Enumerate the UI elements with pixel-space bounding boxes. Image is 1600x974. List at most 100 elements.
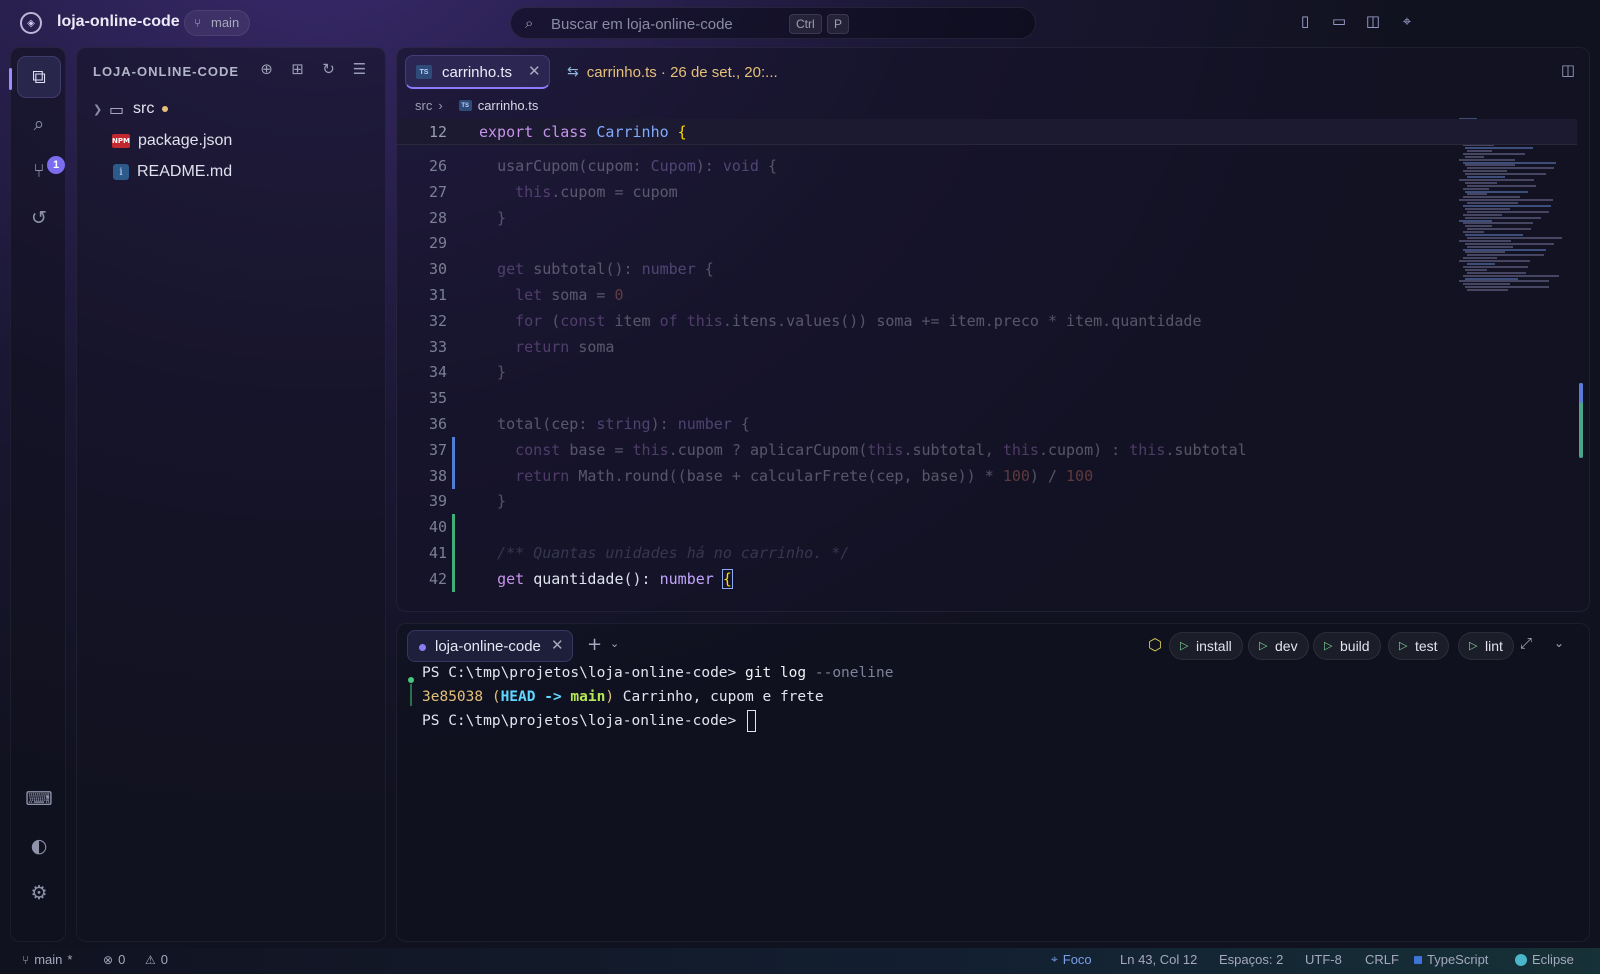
code-line[interactable]: 31 let soma = 0 [397, 282, 1589, 308]
code-line[interactable]: 36 total(cep: string): number { [397, 411, 1589, 437]
terminal-tab-label: loja-online-code [435, 638, 541, 655]
branch-pill[interactable]: ⑂ main [184, 10, 251, 36]
code-line[interactable]: 42 get quantidade(): number { [397, 565, 1589, 592]
task-test-button[interactable]: ▷ test [1388, 632, 1449, 660]
theme-icon [1515, 953, 1527, 966]
code-area[interactable]: 12 export class Carrinho { 26 usarCupom(… [397, 119, 1589, 611]
tree-item-label: src [133, 100, 155, 117]
terminal-icon[interactable]: ⌨ [17, 778, 61, 820]
code-line[interactable]: 39 } [397, 488, 1589, 514]
close-icon[interactable]: ✕ [528, 62, 541, 80]
added-gutter-mark[interactable] [452, 540, 455, 566]
shortcut-ctrl-key: Ctrl [789, 14, 822, 34]
project-name[interactable]: loja-online-code [57, 13, 180, 31]
git-compare-icon: ⇆ [567, 64, 579, 80]
breadcrumb-folder[interactable]: src [415, 98, 432, 113]
new-file-icon[interactable]: ⊕ [257, 59, 276, 79]
tree-item-readme[interactable]: i README.md [112, 159, 232, 185]
breadcrumb-file[interactable]: carrinho.ts [478, 98, 539, 113]
add-terminal-icon[interactable]: + [587, 634, 602, 655]
modified-gutter-mark[interactable] [452, 436, 455, 463]
code-line[interactable]: 30 get subtotal(): number { [397, 256, 1589, 282]
sticky-scroll-line[interactable]: 12 export class Carrinho { [397, 119, 1577, 145]
code-text: return Math.round((base + calcularFrete(… [515, 466, 1094, 485]
editor-tab-diff[interactable]: ⇆ carrinho.ts · 26 de set., 20:... [567, 55, 778, 89]
task-dev-button[interactable]: ▷ dev [1248, 632, 1309, 660]
search-icon[interactable]: ⌕ [17, 103, 61, 145]
split-layout-icon[interactable]: ◫ [1364, 12, 1382, 30]
source-control-icon[interactable]: ⑂ 1 [17, 150, 65, 192]
tasks-hexagon-icon[interactable]: ⬡ [1148, 635, 1162, 654]
code-line[interactable]: 34 } [397, 359, 1589, 385]
toggle-sidebar-icon[interactable]: ▯ [1296, 12, 1314, 30]
task-build-button[interactable]: ▷ build [1313, 632, 1381, 660]
status-errors[interactable]: ⊗ 0 [103, 952, 125, 967]
minimap-line [1463, 196, 1520, 199]
tree-item-package-json[interactable]: NPM package.json [112, 128, 232, 154]
added-gutter-mark[interactable] [452, 514, 455, 541]
modified-gutter-mark[interactable] [452, 462, 455, 489]
maximize-panel-icon[interactable]: ⤢ [1520, 634, 1532, 652]
collapse-all-icon[interactable]: ☰ [350, 59, 369, 79]
status-warnings[interactable]: ⚠ 0 [145, 952, 168, 967]
code-line[interactable]: 28 } [397, 205, 1589, 231]
code-line[interactable]: 29 [397, 230, 1589, 256]
folder-icon: ▭ [109, 99, 125, 119]
code-line[interactable]: 41 /** Quantas unidades há no carrinho. … [397, 540, 1589, 566]
code-line[interactable]: 38 return Math.round((base + calcularFre… [397, 462, 1589, 489]
code-line[interactable]: 32 for (const item of this.itens.values(… [397, 308, 1589, 334]
title-bar: ◈ loja-online-code ⑂ main ⌕ Buscar em lo… [0, 0, 1600, 46]
code-line[interactable]: 35 [397, 385, 1589, 411]
status-theme[interactable]: Eclipse [1515, 952, 1574, 967]
status-branch-dirty: * [67, 952, 73, 967]
status-language[interactable]: TypeScript [1414, 952, 1488, 967]
new-folder-icon[interactable]: ⊞ [288, 59, 307, 79]
status-eol[interactable]: CRLF [1365, 952, 1399, 967]
added-gutter-mark[interactable] [452, 565, 455, 592]
status-focus[interactable]: ⌖ Foco [1051, 952, 1092, 967]
status-branch[interactable]: ⑂ main * [22, 952, 72, 967]
chevron-down-icon[interactable]: ⌄ [610, 637, 619, 650]
explorer-icon[interactable]: ⧉ [17, 56, 61, 98]
close-icon[interactable]: ✕ [551, 636, 564, 654]
app-logo-icon[interactable]: ◈ [20, 12, 42, 34]
editor-tab-carrinho[interactable]: TS carrinho.ts ✕ [405, 55, 550, 89]
history-icon[interactable]: ↺ [17, 197, 61, 239]
palette-icon[interactable]: ◐ [17, 825, 61, 867]
minimap-line [1465, 234, 1523, 236]
focus-icon: ⌖ [1051, 952, 1058, 966]
status-encoding[interactable]: UTF-8 [1305, 952, 1342, 967]
task-install-button[interactable]: ▷ install [1169, 632, 1243, 660]
code-line[interactable]: 37 const base = this.cupom ? aplicarCupo… [397, 436, 1589, 463]
split-editor-icon[interactable]: ◫ [1561, 61, 1575, 79]
minimap[interactable] [1459, 118, 1569, 298]
toggle-panel-icon[interactable]: ▭ [1330, 12, 1348, 30]
command-search-input[interactable]: ⌕ Buscar em loja-online-code Ctrl P [510, 7, 1036, 39]
code-line[interactable]: 27 this.cupom = cupom [397, 179, 1589, 205]
minimap-line [1463, 161, 1556, 164]
status-spaces[interactable]: Espaços: 2 [1219, 952, 1283, 967]
minimap-line [1465, 181, 1497, 184]
minimap-line [1459, 280, 1549, 283]
minimap-line [1463, 170, 1507, 173]
search-placeholder: Buscar em loja-online-code [551, 16, 733, 33]
minimap-line [1463, 205, 1551, 207]
warning-icon: ⚠ [145, 952, 156, 967]
code-line[interactable]: 40 [397, 514, 1589, 541]
status-position[interactable]: Ln 43, Col 12 [1120, 952, 1197, 967]
terminal-tab[interactable]: loja-online-code ✕ [407, 630, 573, 662]
task-lint-button[interactable]: ▷ lint [1458, 632, 1514, 660]
settings-gear-icon[interactable]: ⚙ [17, 872, 61, 914]
code-line[interactable]: 33 return soma [397, 334, 1589, 360]
focus-mode-icon[interactable]: ⌖ [1398, 12, 1416, 30]
task-label: install [1196, 638, 1232, 654]
minimap-line [1459, 239, 1511, 242]
command-success-dot [408, 677, 414, 683]
tree-item-src[interactable]: ❯ ▭ src [93, 96, 169, 122]
branch-name: main [211, 15, 240, 30]
code-line[interactable]: 26 usarCupom(cupom: Cupom): void { [397, 153, 1589, 179]
refresh-icon[interactable]: ↻ [319, 59, 338, 79]
terminal-line-3[interactable]: PS C:\tmp\projetos\loja-online-code> [422, 709, 757, 733]
minimap-line [1467, 176, 1505, 178]
chevron-down-icon[interactable]: ⌄ [1554, 636, 1564, 650]
